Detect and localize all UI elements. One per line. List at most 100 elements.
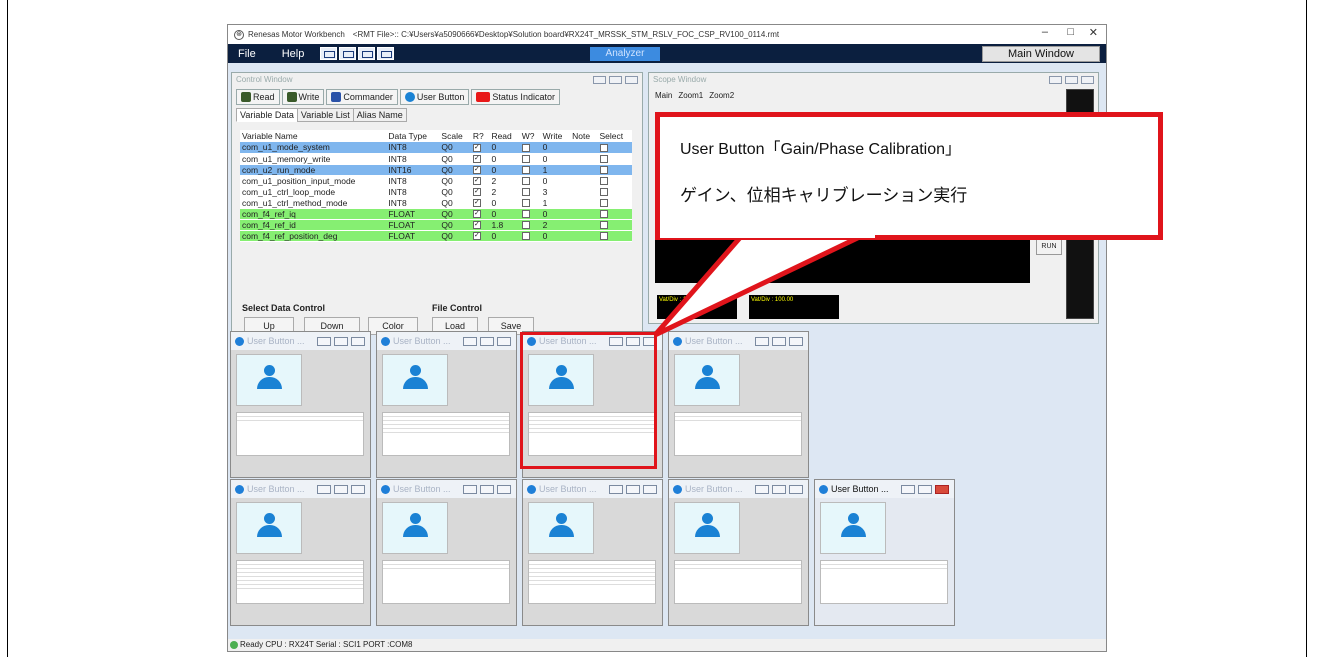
table-row[interactable]: com_u1_ctrl_method_mode INT8 Q0 ✓ 0 1 [240,197,632,209]
close-icon[interactable] [497,485,511,494]
restore-icon[interactable] [334,337,348,346]
read-checkbox[interactable]: ✓ [472,144,481,152]
user-button-window[interactable]: User Button ... [522,479,663,626]
minimize-icon[interactable] [901,485,915,494]
minimize-icon[interactable] [593,76,606,84]
run-button[interactable]: RUN [1036,239,1062,255]
restore-icon[interactable] [918,485,932,494]
write-value-cell[interactable]: 1 [540,197,571,209]
write-value-cell[interactable]: 3 [540,186,571,198]
restore-icon[interactable] [1065,76,1078,84]
restore-icon[interactable] [480,337,494,346]
column-header[interactable]: R? [470,130,490,142]
close-button[interactable]: ✕ [1089,26,1098,39]
layout-icon[interactable] [339,47,357,60]
layout-icon[interactable] [320,47,338,60]
column-header[interactable]: Select [597,130,632,142]
read-checkbox[interactable]: ✓ [472,177,481,186]
button-panel[interactable] [820,502,886,554]
menu-file[interactable]: File [238,48,256,60]
button-panel[interactable] [528,502,594,554]
button-panel[interactable] [382,502,448,554]
select-checkbox[interactable] [599,210,608,219]
user-button-window[interactable]: User Button ... [230,479,371,626]
write-checkbox[interactable] [521,177,530,186]
table-row[interactable]: com_u1_memory_write INT8 Q0 ✓ 0 0 [240,153,632,165]
close-icon[interactable] [643,485,657,494]
status-indicator-button[interactable]: Status Indicator [471,89,560,105]
table-row[interactable]: com_f4_ref_id FLOAT Q0 ✓ 1.8 2 [240,219,632,231]
table-row[interactable]: com_u1_position_input_mode INT8 Q0 ✓ 2 0 [240,175,632,187]
write-checkbox[interactable] [521,144,530,152]
restore-icon[interactable] [334,485,348,494]
tab-main[interactable]: Main [655,91,672,100]
minimize-icon[interactable] [755,337,769,346]
column-header[interactable]: Write [540,130,571,142]
tab-variable-list[interactable]: Variable List [296,108,354,122]
tab-zoom1[interactable]: Zoom1 [678,91,703,100]
write-checkbox[interactable] [521,221,530,230]
button-panel[interactable] [674,354,740,406]
write-value-cell[interactable]: 0 [540,175,571,187]
write-value-cell[interactable]: 0 [540,208,571,220]
write-value-cell[interactable]: 1 [540,164,571,176]
read-checkbox[interactable]: ✓ [472,221,481,230]
read-checkbox[interactable]: ✓ [472,166,481,175]
tab-zoom2[interactable]: Zoom2 [709,91,734,100]
close-icon[interactable] [497,337,511,346]
write-checkbox[interactable] [521,199,530,208]
column-header[interactable]: Note [570,130,598,142]
write-value-cell[interactable]: 2 [540,219,571,231]
restore-icon[interactable] [772,485,786,494]
select-checkbox[interactable] [599,199,608,208]
button-panel[interactable] [236,354,302,406]
read-button[interactable]: Read [236,89,280,105]
restore-icon[interactable] [480,485,494,494]
write-checkbox[interactable] [521,166,530,175]
restore-icon[interactable] [772,337,786,346]
close-icon[interactable] [351,337,365,346]
minimize-icon[interactable] [317,337,331,346]
minimize-icon[interactable] [1049,76,1062,84]
analyzer-button[interactable]: Analyzer [590,47,660,61]
write-button[interactable]: Write [281,89,325,105]
minimize-icon[interactable] [317,485,331,494]
close-icon[interactable] [1081,76,1094,84]
column-header[interactable]: Variable Name [240,130,387,142]
column-header[interactable]: Data Type [386,130,440,142]
select-checkbox[interactable] [599,166,608,175]
user-button-window[interactable]: User Button ... [376,479,517,626]
button-panel[interactable] [674,502,740,554]
select-checkbox[interactable] [599,155,608,164]
column-header[interactable]: Read [489,130,520,142]
minimize-icon[interactable] [463,485,477,494]
main-window-button[interactable]: Main Window [982,46,1100,62]
close-icon[interactable] [935,485,949,494]
column-header[interactable]: W? [519,130,541,142]
table-row[interactable]: com_f4_ref_iq FLOAT Q0 ✓ 0 0 [240,208,632,220]
user-button-window[interactable]: User Button ... [668,331,809,478]
table-row[interactable]: com_u1_ctrl_loop_mode INT8 Q0 ✓ 2 3 [240,186,632,198]
write-checkbox[interactable] [521,155,530,164]
tab-alias-name[interactable]: Alias Name [352,108,407,122]
read-checkbox[interactable]: ✓ [472,199,481,208]
user-button-window[interactable]: User Button ... [230,331,371,478]
select-checkbox[interactable] [599,144,608,152]
write-checkbox[interactable] [521,188,530,197]
select-checkbox[interactable] [599,221,608,230]
read-checkbox[interactable]: ✓ [472,188,481,197]
maximize-button[interactable]: □ [1067,26,1074,38]
user-button-button[interactable]: User Button [399,89,470,105]
minimize-icon[interactable] [755,485,769,494]
user-button-window-active[interactable]: User Button ... [814,479,955,626]
commander-button[interactable]: Commander [326,89,398,105]
close-icon[interactable] [625,76,638,84]
table-row[interactable]: com_u1_mode_system INT8 Q0 ✓ 0 0 [240,142,632,154]
table-row[interactable]: com_f4_ref_position_deg FLOAT Q0 ✓ 0 0 [240,230,632,242]
write-value-cell[interactable]: 0 [540,230,571,242]
restore-icon[interactable] [626,485,640,494]
user-button-window[interactable]: User Button ... [376,331,517,478]
select-checkbox[interactable] [599,232,608,241]
button-panel[interactable] [382,354,448,406]
select-checkbox[interactable] [599,177,608,186]
